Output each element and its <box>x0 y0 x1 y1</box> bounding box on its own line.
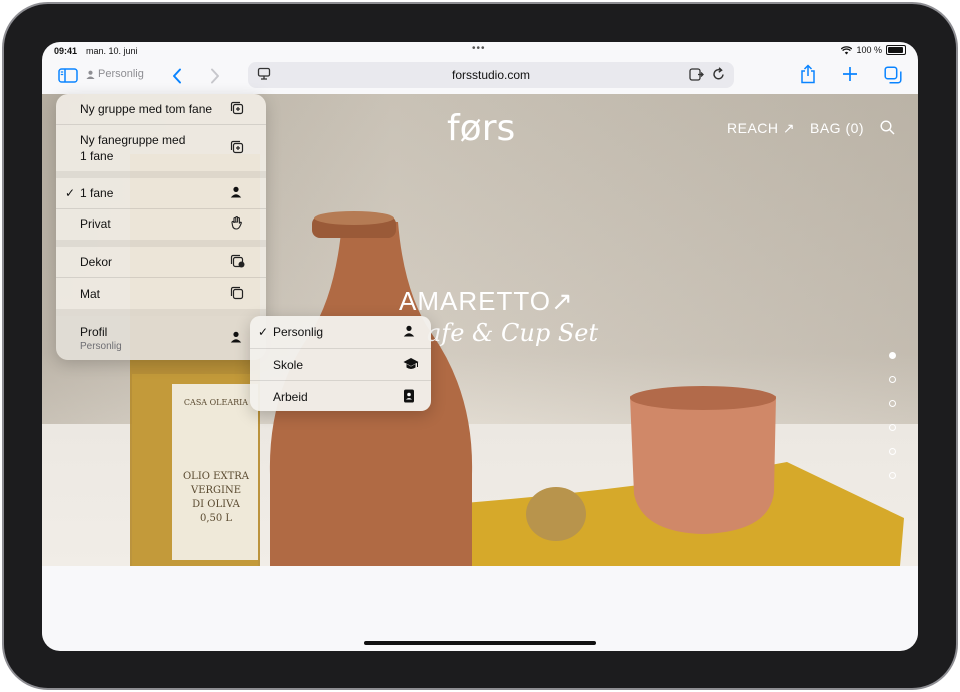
person-icon <box>230 186 246 202</box>
tab-group-icon <box>230 286 246 302</box>
slide-pager <box>889 352 896 496</box>
tab-group-menu: Ny gruppe med tom fane Ny fanegruppe med… <box>56 94 266 360</box>
reload-icon[interactable] <box>712 67 725 81</box>
status-bar: 09:41 man. 10. juni ••• 100 % <box>42 42 918 60</box>
bottle-label-text: CASA OLEARIA OLIO EXTRA VERGINE DI OLIVA… <box>180 396 252 526</box>
home-indicator[interactable] <box>364 641 596 645</box>
menu-item-label: Ny gruppe med tom fane <box>80 102 213 116</box>
site-logo[interactable]: førs <box>447 108 515 149</box>
menu-item-profile[interactable]: Profil Personlig <box>56 316 266 360</box>
wifi-icon <box>841 45 853 54</box>
share-icon[interactable] <box>800 64 816 84</box>
menu-item-label: 1 fane <box>80 186 114 200</box>
menu-section-separator <box>56 309 266 316</box>
pager-dot[interactable] <box>889 352 896 359</box>
pager-dot[interactable] <box>889 376 896 383</box>
menu-item-label: Privat <box>80 217 111 231</box>
submenu-item-arbeid[interactable]: Arbeid <box>250 381 431 411</box>
person-icon <box>403 325 417 339</box>
safari-toolbar: Personlig forsstudio.com <box>42 60 918 94</box>
bottle-label-spacer <box>180 410 252 470</box>
menu-item-private[interactable]: Privat <box>56 209 266 240</box>
checkmark-icon: ✓ <box>258 325 269 339</box>
profile-submenu: ✓ Personlig Skole Arbeid <box>250 316 431 411</box>
sidebar-icon[interactable] <box>58 68 78 83</box>
menu-item-1-tab[interactable]: ✓ 1 fane <box>56 178 266 208</box>
new-tab-group-icon <box>230 101 246 117</box>
id-badge-icon <box>403 389 417 403</box>
olive <box>526 487 586 541</box>
menu-item-sublabel: Personlig <box>80 341 122 352</box>
hand-raised-icon <box>230 216 246 232</box>
menu-section-separator <box>56 240 266 247</box>
status-time: 09:41 <box>54 46 78 56</box>
person-icon <box>230 331 246 347</box>
person-icon <box>86 70 95 79</box>
tab-group-shared-icon <box>230 254 246 270</box>
product-headline[interactable]: AMARETTO↗ <box>399 286 574 317</box>
nav-reach-link[interactable]: REACH ↗ <box>727 120 795 137</box>
status-right: 100 % <box>841 45 906 55</box>
menu-item-label: Dekor <box>80 255 113 269</box>
forward-icon[interactable] <box>210 68 220 84</box>
bottle-label-line: DI OLIVA <box>192 499 240 510</box>
menu-section-separator <box>56 171 266 178</box>
profile-label: Personlig <box>98 68 144 80</box>
reader-extension-icon[interactable] <box>689 68 704 81</box>
carafe-cup-top <box>314 211 394 225</box>
search-icon[interactable] <box>880 120 895 135</box>
address-bar[interactable]: forsstudio.com <box>248 62 734 88</box>
cup-rim <box>630 386 776 410</box>
nav-bag-link[interactable]: BAG (0) <box>810 120 864 136</box>
menu-item-mat[interactable]: Mat <box>56 278 266 309</box>
status-date: man. 10. juni <box>86 46 138 56</box>
menu-item-label: Ny fanegruppe med <box>80 133 186 147</box>
profile-button[interactable]: Personlig <box>86 68 144 80</box>
menu-item-new-empty-group[interactable]: Ny gruppe med tom fane <box>56 94 266 124</box>
product-subline: afe & Cup Set <box>427 319 599 347</box>
submenu-item-label: Arbeid <box>273 390 308 404</box>
pager-dot[interactable] <box>889 448 896 455</box>
new-tab-group-from-tab-icon <box>230 140 246 156</box>
submenu-item-label: Personlig <box>273 325 324 339</box>
graduation-cap-icon <box>403 357 419 371</box>
checkmark-icon: ✓ <box>65 186 76 200</box>
url-text: forsstudio.com <box>451 68 531 82</box>
menu-item-label: Mat <box>80 287 101 301</box>
multitasking-dots-icon[interactable]: ••• <box>472 43 486 54</box>
bottle-label-line: VERGINE <box>190 485 242 496</box>
cup <box>630 390 776 534</box>
pager-dot[interactable] <box>889 424 896 431</box>
bottle-label-line: 0,50 L <box>199 513 233 524</box>
new-tab-icon[interactable] <box>842 66 858 82</box>
tab-overview-icon[interactable] <box>884 66 902 84</box>
menu-item-new-group-from-tab[interactable]: Ny fanegruppe med 1 fane <box>56 125 266 171</box>
submenu-item-label: Skole <box>273 358 304 372</box>
pager-dot[interactable] <box>889 400 896 407</box>
pager-dot[interactable] <box>889 472 896 479</box>
submenu-item-personlig[interactable]: ✓ Personlig <box>250 316 431 348</box>
bottle-label-line: CASA OLEARIA <box>183 398 249 407</box>
submenu-item-skole[interactable]: Skole <box>250 349 431 380</box>
menu-item-dekor[interactable]: Dekor <box>56 247 266 277</box>
battery-icon <box>886 45 906 55</box>
battery-percent: 100 % <box>856 45 882 55</box>
menu-item-label-line2: 1 fane <box>80 149 114 163</box>
menu-item-label: Profil <box>80 325 108 339</box>
back-icon[interactable] <box>172 68 182 84</box>
bottle-label-line: OLIO EXTRA <box>182 471 249 482</box>
